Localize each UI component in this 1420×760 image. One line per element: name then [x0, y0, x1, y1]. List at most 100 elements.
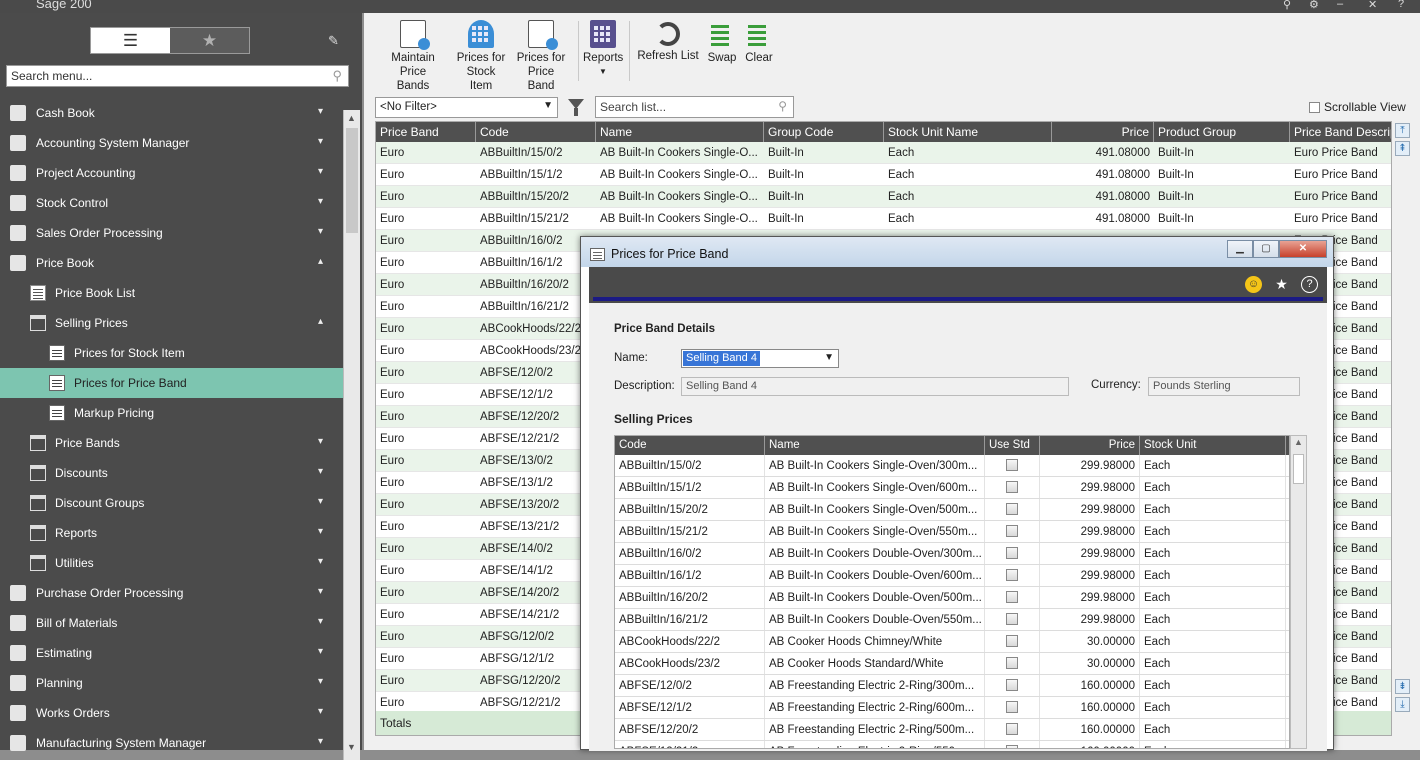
use-std-checkbox[interactable]	[1006, 525, 1018, 537]
scrollable-view-checkbox[interactable]: Scrollable View	[1309, 100, 1406, 114]
use-std-checkbox[interactable]	[1006, 503, 1018, 515]
table-row[interactable]: ABFSE/12/1/2 AB Freestanding Electric 2-R…	[615, 697, 1289, 719]
table-row[interactable]: ABFSE/12/0/2 AB Freestanding Electric 2-R…	[615, 675, 1289, 697]
minimize-icon[interactable]: –	[1337, 0, 1343, 10]
table-row[interactable]: ABBuiltIn/15/20/2 AB Built-In Cookers Sin…	[615, 499, 1289, 521]
column-header[interactable]: Code	[476, 122, 596, 142]
chevron-down-icon[interactable]: ▾	[318, 196, 323, 207]
use-std-checkbox[interactable]	[1006, 481, 1018, 493]
prices-for-price-band-button[interactable]: Prices for Price Band	[514, 17, 568, 93]
column-header[interactable]: Group Code	[764, 122, 884, 142]
menu-search-input[interactable]: Search menu... ⚲	[6, 65, 349, 87]
table-row[interactable]: Euro ABBuiltIn/15/1/2 AB Built-In Cookers …	[376, 164, 1391, 186]
column-header[interactable]: Stock Unit Name	[884, 122, 1052, 142]
use-std-checkbox[interactable]	[1006, 679, 1018, 691]
chevron-down-icon[interactable]: ▾	[318, 676, 323, 687]
column-header[interactable]: Stock Unit	[1140, 436, 1286, 455]
use-std-checkbox[interactable]	[1006, 613, 1018, 625]
menu-item[interactable]: Purchase Order Processing ▾	[0, 578, 343, 608]
page-down-icon[interactable]: ⇟	[1395, 679, 1410, 694]
table-row[interactable]: Euro ABBuiltIn/15/21/2 AB Built-In Cookers…	[376, 208, 1391, 230]
scrollbar-thumb[interactable]	[1293, 454, 1304, 484]
menu-item[interactable]: Project Accounting ▾	[0, 158, 343, 188]
use-std-checkbox[interactable]	[1006, 547, 1018, 559]
maintain-price-bands-button[interactable]: Maintain Price Bands	[379, 17, 447, 93]
help-icon[interactable]: ?	[1301, 276, 1318, 293]
use-std-checkbox[interactable]	[1006, 745, 1018, 748]
menu-item[interactable]: Price Book ▴	[0, 248, 343, 278]
table-row[interactable]: Euro ABBuiltIn/15/0/2 AB Built-In Cookers …	[376, 142, 1391, 164]
scroll-up-arrow-icon[interactable]: ▲	[1294, 437, 1303, 447]
close-button[interactable]: ✕	[1279, 240, 1327, 258]
table-row[interactable]: ABBuiltIn/16/0/2 AB Built-In Cookers Doub…	[615, 543, 1289, 565]
menu-scrollbar[interactable]: ▲ ▼	[343, 110, 360, 760]
menu-item[interactable]: Cash Book ▾	[0, 98, 343, 128]
dialog-title-bar[interactable]: Prices for Price Band ▁ ▢ ✕	[581, 237, 1333, 267]
table-row[interactable]: ABFSE/12/20/2 AB Freestanding Electric 2-…	[615, 719, 1289, 741]
table-row[interactable]: Euro ABBuiltIn/15/20/2 AB Built-In Cookers…	[376, 186, 1391, 208]
chevron-down-icon[interactable]: ▾	[318, 466, 323, 477]
selling-prices-scrollbar[interactable]: ▲	[1290, 435, 1307, 749]
first-page-icon[interactable]: ⤒	[1395, 123, 1410, 138]
help-icon[interactable]: ?	[1398, 0, 1404, 10]
menu-item[interactable]: Discount Groups ▾	[0, 488, 343, 518]
menu-list-icon[interactable]: ☰	[91, 28, 170, 53]
column-header[interactable]: Code	[615, 436, 765, 455]
use-std-checkbox[interactable]	[1006, 723, 1018, 735]
menu-item[interactable]: Discounts ▾	[0, 458, 343, 488]
use-std-checkbox[interactable]	[1006, 569, 1018, 581]
menu-item[interactable]: Selling Prices ▴	[0, 308, 343, 338]
chevron-up-icon[interactable]: ▴	[318, 256, 323, 267]
use-std-checkbox[interactable]	[1006, 635, 1018, 647]
table-row[interactable]: ABCookHoods/22/2 AB Cooker Hoods Chimney/…	[615, 631, 1289, 653]
chevron-down-icon[interactable]: ▾	[318, 706, 323, 717]
table-row[interactable]: ABBuiltIn/15/1/2 AB Built-In Cookers Sing…	[615, 477, 1289, 499]
close-icon[interactable]: ✕	[1368, 0, 1377, 11]
menu-item[interactable]: Reports ▾	[0, 518, 343, 548]
menu-item[interactable]: Utilities ▾	[0, 548, 343, 578]
chevron-down-icon[interactable]: ▾	[318, 736, 323, 747]
reports-button[interactable]: Reports ▼	[583, 17, 623, 79]
clear-button[interactable]: Clear	[742, 17, 776, 65]
use-std-checkbox[interactable]	[1006, 459, 1018, 471]
minimize-button[interactable]: ▁	[1227, 240, 1253, 258]
edit-pencil-icon[interactable]: ✎	[328, 33, 339, 49]
search-icon[interactable]: ⚲	[778, 99, 787, 113]
last-page-icon[interactable]: ⤓	[1395, 697, 1410, 712]
chevron-down-icon[interactable]: ▾	[318, 136, 323, 147]
use-std-checkbox[interactable]	[1006, 657, 1018, 669]
column-header[interactable]: Price	[1040, 436, 1140, 455]
menu-item[interactable]: Markup Pricing	[0, 398, 343, 428]
scrollbar-thumb[interactable]	[346, 128, 358, 233]
menu-item[interactable]: Prices for Price Band	[0, 368, 343, 398]
use-std-checkbox[interactable]	[1006, 591, 1018, 603]
table-row[interactable]: ABBuiltIn/16/20/2 AB Built-In Cookers Dou…	[615, 587, 1289, 609]
menu-item[interactable]: Price Bands ▾	[0, 428, 343, 458]
table-row[interactable]: ABBuiltIn/15/0/2 AB Built-In Cookers Sing…	[615, 455, 1289, 477]
column-header[interactable]: Product Group	[1154, 122, 1290, 142]
column-header[interactable]: Name	[596, 122, 764, 142]
filter-funnel-icon[interactable]	[568, 99, 584, 116]
chevron-down-icon[interactable]: ▾	[318, 436, 323, 447]
prices-for-stock-item-button[interactable]: Prices for Stock Item	[454, 17, 508, 93]
menu-item[interactable]: Bill of Materials ▾	[0, 608, 343, 638]
chevron-down-icon[interactable]: ▾	[318, 496, 323, 507]
search-icon[interactable]: ⚲	[1283, 0, 1291, 11]
chevron-down-icon[interactable]: ▾	[318, 616, 323, 627]
chevron-down-icon[interactable]: ▾	[318, 526, 323, 537]
page-up-icon[interactable]: ⇞	[1395, 141, 1410, 156]
maximize-button[interactable]: ▢	[1253, 240, 1279, 258]
column-header[interactable]: Price Band	[376, 122, 476, 142]
scroll-up-arrow-icon[interactable]: ▲	[347, 113, 356, 123]
column-header[interactable]: Use Std	[985, 436, 1040, 455]
menu-item[interactable]: Prices for Stock Item	[0, 338, 343, 368]
chevron-down-icon[interactable]: ▾	[318, 556, 323, 567]
list-search-input[interactable]: Search list... ⚲	[595, 96, 794, 118]
chevron-down-icon[interactable]: ▾	[318, 106, 323, 117]
favourites-star-icon[interactable]: ★	[170, 28, 249, 53]
menu-item[interactable]: Stock Control ▾	[0, 188, 343, 218]
menu-item[interactable]: Accounting System Manager ▾	[0, 128, 343, 158]
refresh-list-button[interactable]: Refresh List	[637, 17, 699, 63]
name-select[interactable]: Selling Band 4 ▼	[681, 349, 839, 368]
chevron-down-icon[interactable]: ▾	[318, 166, 323, 177]
